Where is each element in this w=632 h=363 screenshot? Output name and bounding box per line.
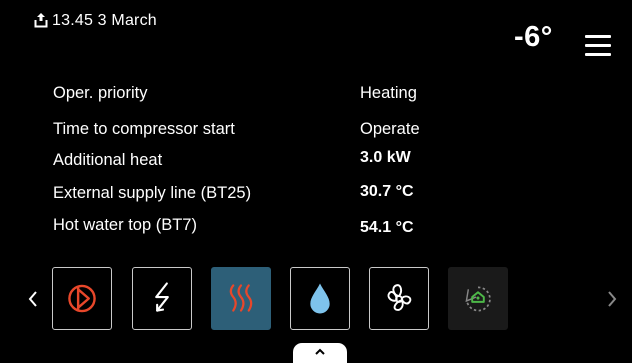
- hamburger-menu-icon[interactable]: [585, 35, 611, 57]
- compressor-icon: [68, 284, 96, 313]
- bottom-pull-up-tab[interactable]: [293, 343, 347, 363]
- value-external-supply-line: 30.7 °C: [360, 183, 414, 200]
- chevron-up-icon: [315, 348, 325, 355]
- hot-water-drop-icon: [310, 283, 330, 314]
- smart-home-icon: [465, 286, 491, 312]
- label-additional-heat: Additional heat: [53, 151, 163, 169]
- chevron-left-icon[interactable]: [23, 286, 43, 312]
- tile-hot-water[interactable]: [290, 267, 350, 330]
- label-hot-water-top: Hot water top (BT7): [53, 216, 197, 234]
- chevron-right-icon[interactable]: [602, 286, 622, 312]
- ventilation-fan-icon: [387, 284, 412, 311]
- label-oper-priority: Oper. priority: [53, 84, 148, 102]
- value-oper-priority: Heating: [360, 84, 417, 102]
- outdoor-temperature: -6°: [514, 21, 553, 53]
- tile-smart-home[interactable]: [448, 267, 508, 330]
- heating-icon: [229, 284, 253, 312]
- tile-ventilation[interactable]: [369, 267, 429, 330]
- value-compressor-start: Operate: [360, 120, 420, 138]
- electric-heater-icon: [155, 282, 169, 312]
- value-additional-heat: 3.0 kW: [360, 149, 411, 166]
- label-external-supply-line: External supply line (BT25): [53, 184, 252, 202]
- value-hot-water-top: 54.1 °C: [360, 219, 414, 236]
- date-time: 13.45 3 March: [52, 12, 157, 29]
- label-compressor-start: Time to compressor start: [53, 120, 235, 138]
- tile-electric-heater[interactable]: [132, 267, 192, 330]
- tile-heating[interactable]: [211, 267, 271, 330]
- upload-icon: [34, 13, 48, 28]
- tile-compressor[interactable]: [52, 267, 112, 330]
